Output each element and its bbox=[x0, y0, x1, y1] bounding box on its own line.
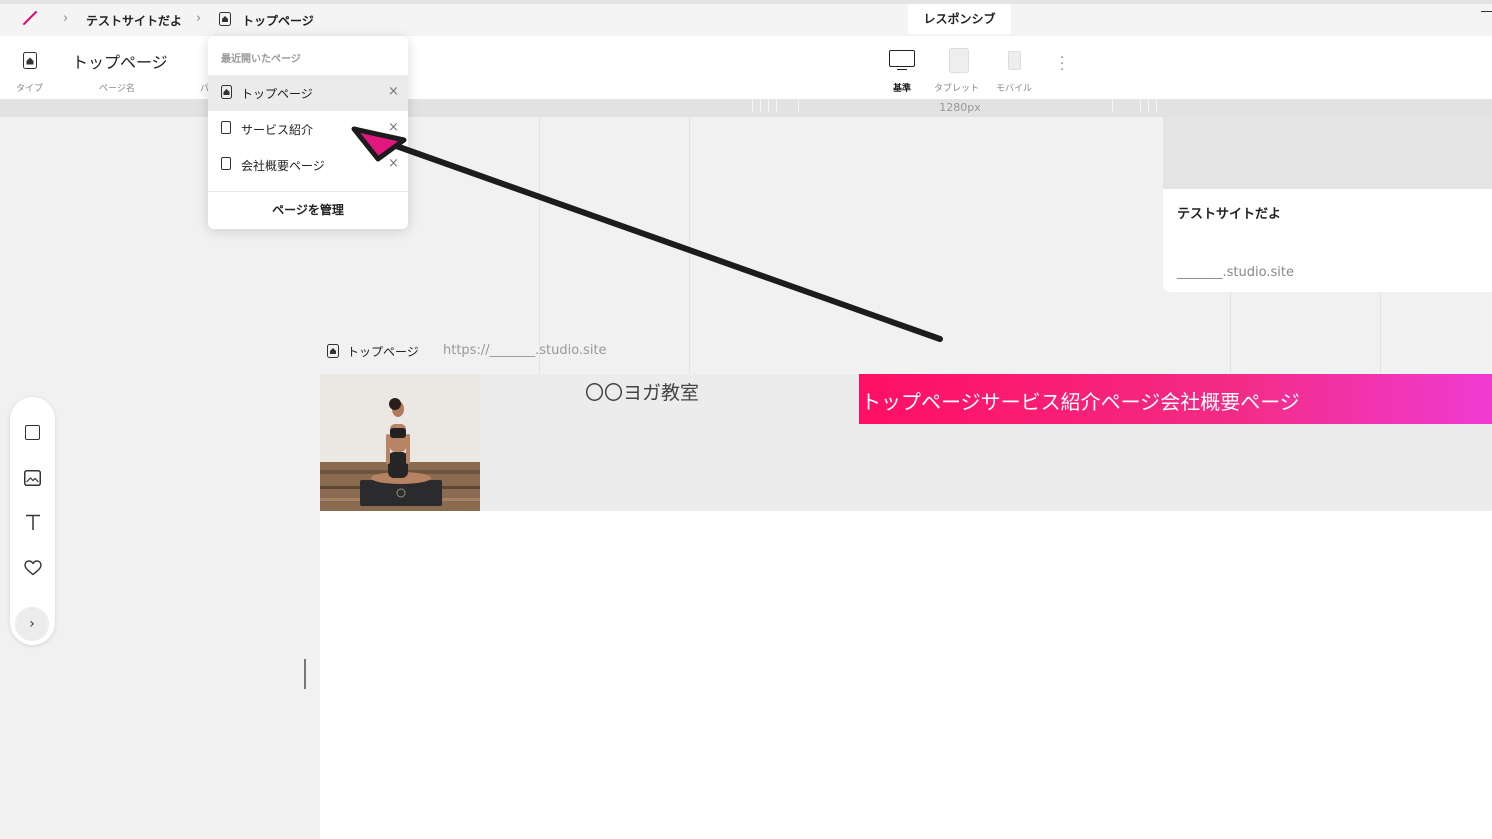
add-element-toolbar: › bbox=[10, 397, 55, 645]
box-tool-button[interactable] bbox=[22, 422, 43, 443]
page-name-field[interactable]: トップページ bbox=[72, 49, 168, 73]
mobile-icon bbox=[1008, 51, 1021, 70]
page-name-label: ページ名 bbox=[99, 84, 135, 94]
recent-page-item[interactable]: トップページ × bbox=[208, 75, 408, 111]
device-desktop-label: 基準 bbox=[893, 84, 912, 94]
nav-menu[interactable]: トップページサービス紹介ページ会社概要ページ bbox=[859, 374, 1492, 424]
recent-page-label: トップページ bbox=[241, 87, 313, 101]
document-icon bbox=[221, 157, 231, 170]
design-canvas[interactable]: 〇〇ヨガ教室 トップページサービス紹介ページ会社概要ページ bbox=[320, 374, 1492, 839]
recent-page-item[interactable]: 会社概要ページ × bbox=[208, 147, 408, 183]
canvas-page-url: https://_______.studio.site bbox=[443, 343, 607, 358]
canvas-page-name: トップページ bbox=[347, 345, 419, 359]
nav-menu-text[interactable]: トップページサービス紹介ページ会社概要ページ bbox=[861, 386, 1300, 415]
guide-line bbox=[1380, 292, 1381, 374]
hero-image[interactable] bbox=[320, 374, 480, 511]
manage-pages-button[interactable]: ページを管理 bbox=[208, 192, 408, 228]
tab-responsive[interactable]: レスポンシブ bbox=[908, 4, 1011, 34]
ruler-width-label: 1280px bbox=[939, 101, 981, 114]
expand-toolbar-button[interactable]: › bbox=[15, 607, 49, 641]
top-bar: › テストサイトだよ › トップページ bbox=[0, 0, 1492, 36]
text-tool-button[interactable] bbox=[22, 512, 43, 533]
heart-icon bbox=[23, 559, 42, 575]
recent-page-item[interactable]: サービス紹介 × bbox=[208, 111, 408, 147]
breadcrumb-chevron-icon: › bbox=[63, 11, 69, 26]
guide-line bbox=[689, 117, 690, 374]
site-card-thumbnail bbox=[1163, 117, 1492, 189]
site-title[interactable]: 〇〇ヨガ教室 bbox=[585, 378, 699, 405]
desktop-icon bbox=[889, 50, 915, 67]
chevron-right-icon: › bbox=[29, 616, 35, 632]
device-tablet-button[interactable]: タブレット bbox=[930, 48, 990, 94]
site-card-title: テストサイトだよ bbox=[1177, 207, 1282, 222]
site-header[interactable]: 〇〇ヨガ教室 トップページサービス紹介ページ会社概要ページ bbox=[320, 374, 1492, 511]
document-icon bbox=[221, 121, 231, 134]
recent-page-label: 会社概要ページ bbox=[241, 159, 325, 173]
home-page-icon bbox=[219, 12, 231, 26]
guide-line bbox=[539, 117, 540, 374]
dropdown-header: 最近開いたページ bbox=[221, 54, 301, 65]
recent-pages-dropdown: 最近開いたページ トップページ × サービス紹介 × 会社概要ページ × ページ… bbox=[208, 36, 408, 229]
arrow-shaft bbox=[382, 139, 943, 342]
text-icon bbox=[25, 514, 40, 530]
image-tool-button[interactable] bbox=[22, 467, 43, 488]
image-icon bbox=[24, 469, 41, 486]
guide-line bbox=[1230, 292, 1231, 374]
studio-logo-icon[interactable] bbox=[22, 10, 38, 26]
more-options-icon[interactable]: · · · bbox=[1060, 52, 1064, 77]
tablet-icon bbox=[949, 48, 969, 73]
close-icon[interactable]: × bbox=[388, 156, 399, 171]
recent-page-label: サービス紹介 bbox=[241, 123, 314, 137]
close-icon[interactable]: × bbox=[388, 84, 399, 99]
page-type-home-icon[interactable] bbox=[23, 52, 37, 69]
home-page-icon bbox=[221, 85, 232, 99]
icon-tool-button[interactable] bbox=[22, 557, 43, 578]
minimize-icon[interactable] bbox=[1481, 11, 1492, 12]
resize-handle[interactable] bbox=[304, 659, 306, 689]
breadcrumb-page[interactable]: トップページ bbox=[242, 12, 314, 29]
breadcrumb-chevron-icon: › bbox=[196, 11, 202, 26]
device-tablet-label: タブレット bbox=[934, 84, 980, 94]
breadcrumb-site[interactable]: テストサイトだよ bbox=[86, 12, 182, 29]
box-icon bbox=[25, 425, 40, 440]
home-page-icon bbox=[327, 344, 339, 358]
yoga-photo bbox=[320, 374, 480, 511]
type-label: タイプ bbox=[16, 84, 44, 94]
site-card[interactable]: テストサイトだよ _______.studio.site bbox=[1163, 117, 1492, 292]
close-icon[interactable]: × bbox=[388, 120, 399, 135]
site-card-domain: _______.studio.site bbox=[1177, 265, 1294, 280]
device-desktop-button[interactable]: 基準 bbox=[887, 50, 919, 94]
device-mobile-label: モバイル bbox=[996, 84, 1033, 94]
device-mobile-button[interactable]: モバイル bbox=[994, 48, 1038, 94]
